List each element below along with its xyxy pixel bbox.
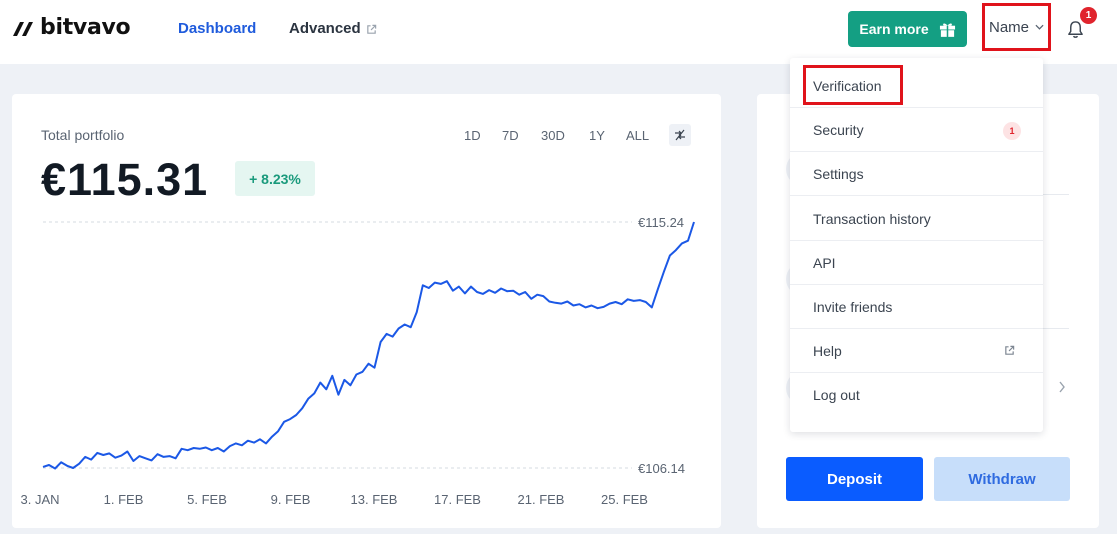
notification-badge: 1 xyxy=(1080,7,1097,24)
nav-advanced[interactable]: Advanced xyxy=(289,21,377,37)
menu-item-security[interactable]: Security 1 xyxy=(790,108,1043,152)
nav-advanced-label: Advanced xyxy=(289,20,361,37)
menu-item-invite-friends[interactable]: Invite friends xyxy=(790,285,1043,329)
menu-item-help[interactable]: Help xyxy=(790,329,1043,373)
menu-item-label: API xyxy=(813,254,836,271)
bell-icon[interactable] xyxy=(1066,20,1085,39)
menu-item-label: Transaction history xyxy=(813,210,931,227)
divider xyxy=(1042,328,1069,329)
divider xyxy=(1042,194,1069,195)
nav-dashboard[interactable]: Dashboard xyxy=(178,21,256,37)
x-tick-label: 3. JAN xyxy=(20,492,59,507)
menu-item-transaction-history[interactable]: Transaction history xyxy=(790,197,1043,241)
user-name: Name xyxy=(988,18,1029,36)
verification-highlight xyxy=(803,65,903,105)
bitvavo-logo-icon xyxy=(13,22,33,36)
menu-item-log-out[interactable]: Log out xyxy=(790,373,1043,417)
withdraw-button[interactable]: Withdraw xyxy=(934,457,1070,501)
x-tick-label: 17. FEB xyxy=(434,492,481,507)
portfolio-chart: €115.24 €106.14 3. JAN 1. FEB 5. FEB 9. FEB… xyxy=(20,215,695,507)
x-tick-label: 25. FEB xyxy=(601,492,648,507)
external-link-icon xyxy=(366,24,376,34)
menu-item-label: Security xyxy=(813,121,864,138)
user-dropdown-menu: Verification Security 1 Settings Transac… xyxy=(790,58,1043,432)
menu-item-label: Help xyxy=(813,342,842,359)
menu-item-api[interactable]: API xyxy=(790,241,1043,285)
menu-item-label: Settings xyxy=(813,165,864,182)
earn-more-button[interactable]: Earn more xyxy=(848,11,967,47)
earn-more-label: Earn more xyxy=(859,21,929,37)
menu-item-label: Invite friends xyxy=(813,298,893,315)
x-tick-label: 5. FEB xyxy=(187,492,227,507)
user-menu-toggle[interactable]: Name xyxy=(982,3,1051,51)
chevron-right-icon[interactable] xyxy=(1058,381,1066,393)
x-tick-label: 21. FEB xyxy=(518,492,565,507)
portfolio-card: Total portfolio €115.31 + 8.23% 1D 7D 30… xyxy=(12,94,721,528)
x-tick-label: 13. FEB xyxy=(351,492,398,507)
gift-icon xyxy=(939,23,955,37)
x-tick-label: 1. FEB xyxy=(104,492,144,507)
menu-item-settings[interactable]: Settings xyxy=(790,152,1043,196)
reference-label-low: €106.14 xyxy=(638,461,685,476)
x-tick-label: 9. FEB xyxy=(271,492,311,507)
logo-text: bitvavo xyxy=(40,15,131,40)
bitvavo-logo[interactable]: bitvavo xyxy=(12,15,131,40)
deposit-button[interactable]: Deposit xyxy=(786,457,923,501)
security-badge: 1 xyxy=(1003,122,1021,140)
reference-label-high: €115.24 xyxy=(638,215,684,230)
top-header: bitvavo Dashboard Advanced Earn more Nam… xyxy=(0,0,1117,64)
portfolio-line xyxy=(42,221,695,470)
chevron-down-icon xyxy=(1035,24,1044,30)
external-link-icon xyxy=(1005,345,1015,355)
x-axis-ticks: 3. JAN 1. FEB 5. FEB 9. FEB 13. FEB 17. FEB 21… xyxy=(20,492,647,507)
menu-item-label: Log out xyxy=(813,387,860,403)
